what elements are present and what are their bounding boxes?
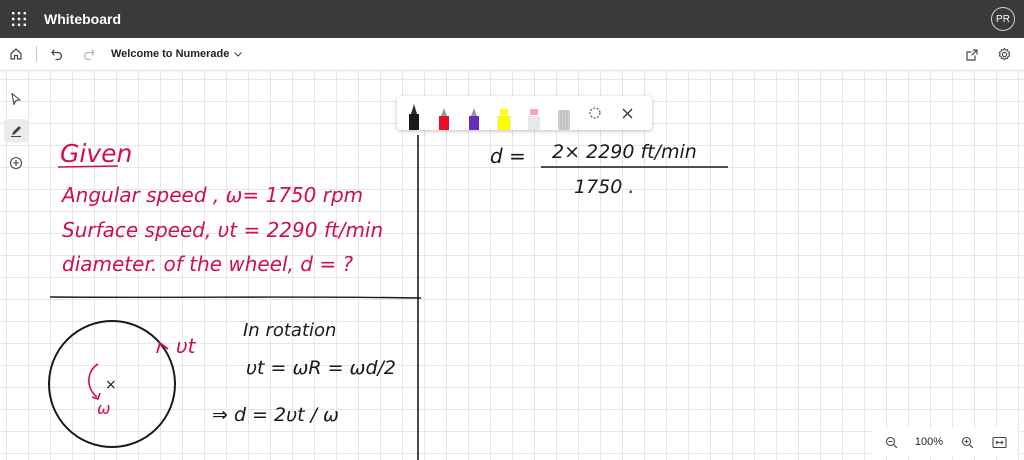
app-title: Whiteboard [44, 11, 121, 27]
redo-button[interactable] [73, 38, 105, 70]
rotation-formula: υt = ωR = ωd/2 [246, 357, 396, 379]
red-pen-icon [439, 108, 449, 130]
zoom-in-button[interactable] [956, 431, 978, 453]
circle-omega-label: ω [97, 399, 110, 418]
purple-pen-icon [469, 108, 479, 130]
given-diameter: diameter. of the wheel, d = ? [62, 252, 353, 276]
given-surface-speed: Surface speed, υt = 2290 ft/min [62, 218, 383, 242]
home-button[interactable] [0, 38, 32, 70]
rotation-heading: In rotation [243, 320, 336, 341]
undo-icon [51, 49, 63, 61]
share-icon [966, 48, 978, 61]
pen-icon [11, 126, 21, 137]
calc-numerator: 2× 2290 ft/min [552, 141, 697, 163]
given-angular-speed: Angular speed , ω= 1750 rpm [60, 183, 363, 207]
command-bar: Welcome to Numerade [0, 38, 1024, 71]
rotation-arrow [88, 363, 99, 398]
chevron-down-icon [234, 52, 243, 57]
left-tool-rail [0, 71, 32, 181]
fit-screen-icon [991, 436, 1007, 448]
add-button[interactable] [4, 151, 28, 175]
inking-tool-button[interactable] [4, 119, 28, 143]
yellow-highlighter-icon [497, 109, 511, 130]
circle-vt-label: υt [176, 334, 197, 358]
close-icon [622, 108, 632, 118]
black-pen-button[interactable] [405, 100, 423, 130]
pink-highlighter-button[interactable] [525, 100, 543, 130]
gear-icon [998, 47, 1010, 61]
zoom-out-button[interactable] [880, 431, 902, 453]
calc-lhs: d = [490, 144, 526, 168]
yellow-highlighter-button[interactable] [495, 100, 513, 130]
eraser-icon [558, 110, 570, 130]
user-avatar[interactable]: PR [991, 7, 1015, 31]
black-pen-icon [409, 104, 419, 130]
diameter-formula: ⇒ d = 2υt / ω [212, 404, 339, 426]
pink-highlighter-icon [528, 109, 540, 130]
zoom-in-icon [961, 436, 973, 448]
purple-pen-button[interactable] [465, 100, 483, 130]
divider [36, 46, 37, 62]
redo-icon [83, 49, 95, 61]
center-mark: × [105, 377, 117, 393]
zoom-out-icon [885, 436, 897, 448]
given-underline [57, 165, 119, 168]
zoom-bar: 100% [872, 428, 1018, 456]
undo-button[interactable] [41, 38, 73, 70]
eraser-button[interactable] [555, 100, 573, 130]
command-bar-right [956, 38, 1020, 71]
zoom-level: 100% [914, 436, 944, 448]
settings-button[interactable] [988, 39, 1020, 71]
lasso-select-button[interactable] [585, 96, 605, 130]
share-button[interactable] [956, 39, 988, 71]
given-heading: Given [60, 139, 132, 168]
pointer-icon [11, 92, 21, 106]
title-bar: Whiteboard PR [0, 0, 1024, 38]
horizontal-divider-stroke [49, 296, 422, 299]
board-name: Welcome to Numerade [111, 48, 230, 60]
plus-circle-icon [9, 156, 23, 170]
select-tool-button[interactable] [4, 87, 28, 111]
home-icon [10, 48, 22, 60]
app-launcher-icon[interactable] [0, 0, 38, 38]
red-pen-button[interactable] [435, 100, 453, 130]
close-tray-button[interactable] [617, 96, 637, 130]
calc-denominator: 1750 . [574, 176, 634, 198]
lasso-icon [589, 107, 601, 119]
fit-to-screen-button[interactable] [988, 431, 1010, 453]
pen-tray [397, 96, 652, 130]
board-name-dropdown[interactable]: Welcome to Numerade [111, 48, 243, 60]
